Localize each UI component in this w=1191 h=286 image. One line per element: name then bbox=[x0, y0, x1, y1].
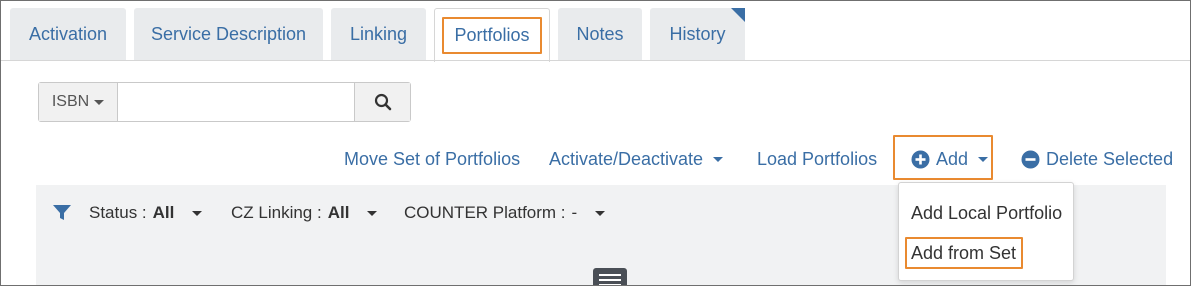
counter-platform-filter[interactable]: COUNTER Platform : - bbox=[404, 203, 606, 223]
menu-item-add-local-portfolio[interactable]: Add Local Portfolio bbox=[911, 203, 1062, 224]
action-label: Load Portfolios bbox=[757, 148, 878, 169]
load-portfolios-link[interactable]: Load Portfolios bbox=[757, 147, 877, 171]
list-icon bbox=[593, 268, 627, 285]
action-label: Activate/Deactivate bbox=[549, 148, 704, 169]
tab-label: Activation bbox=[28, 24, 108, 44]
tab-label: Service Description bbox=[150, 24, 307, 44]
filter-label: COUNTER Platform : bbox=[404, 203, 566, 222]
menu-item-label: Add Local Portfolio bbox=[911, 203, 1063, 223]
search-type-label: ISBN bbox=[51, 93, 90, 110]
tab-label: Portfolios bbox=[442, 17, 542, 54]
filter-value: All bbox=[152, 203, 175, 222]
tab-portfolios[interactable]: Portfolios bbox=[434, 8, 550, 62]
search-input[interactable] bbox=[118, 83, 354, 121]
search-type-dropdown[interactable]: ISBN bbox=[39, 83, 118, 121]
tab-label: Notes bbox=[576, 24, 624, 44]
filter-icon bbox=[53, 205, 71, 220]
delete-selected-button[interactable]: Delete Selected bbox=[1021, 147, 1173, 171]
activate-deactivate-dropdown[interactable]: Activate/Deactivate bbox=[549, 147, 724, 171]
move-set-of-portfolios-link[interactable]: Move Set of Portfolios bbox=[344, 147, 520, 171]
minus-circle-icon bbox=[1021, 150, 1040, 168]
filter-value: All bbox=[327, 203, 350, 222]
tab-activation[interactable]: Activation bbox=[10, 8, 126, 61]
search-bar: ISBN bbox=[38, 82, 411, 122]
chevron-down-icon bbox=[595, 210, 606, 216]
tab-label: History bbox=[669, 24, 726, 44]
chevron-down-icon bbox=[94, 99, 105, 105]
action-label: Move Set of Portfolios bbox=[344, 148, 521, 169]
tab-bar: Activation Service Description Linking P… bbox=[1, 1, 1190, 62]
action-label: Delete Selected bbox=[1046, 148, 1174, 169]
status-filter[interactable]: Status : All bbox=[53, 203, 203, 223]
tab-history[interactable]: History bbox=[650, 8, 745, 61]
filter-label: Status : bbox=[89, 203, 147, 222]
tab-divider bbox=[1, 60, 1190, 61]
tab-service-description[interactable]: Service Description bbox=[134, 8, 323, 61]
filter-value: - bbox=[571, 203, 578, 222]
search-button[interactable] bbox=[354, 83, 410, 121]
tab-label: Linking bbox=[349, 24, 408, 44]
tab-indicator-icon bbox=[731, 8, 745, 22]
chevron-down-icon bbox=[192, 210, 203, 216]
search-icon bbox=[374, 93, 391, 111]
chevron-down-icon bbox=[713, 156, 724, 162]
add-button-highlight bbox=[893, 135, 993, 180]
portfolio-editor: Activation Service Description Linking P… bbox=[0, 0, 1191, 286]
add-from-set-highlight bbox=[905, 237, 1023, 269]
cz-linking-filter[interactable]: CZ Linking : All bbox=[231, 203, 378, 223]
chevron-down-icon bbox=[367, 210, 378, 216]
tab-notes[interactable]: Notes bbox=[558, 8, 642, 61]
filter-label: CZ Linking : bbox=[231, 203, 322, 222]
tab-linking[interactable]: Linking bbox=[331, 8, 426, 61]
